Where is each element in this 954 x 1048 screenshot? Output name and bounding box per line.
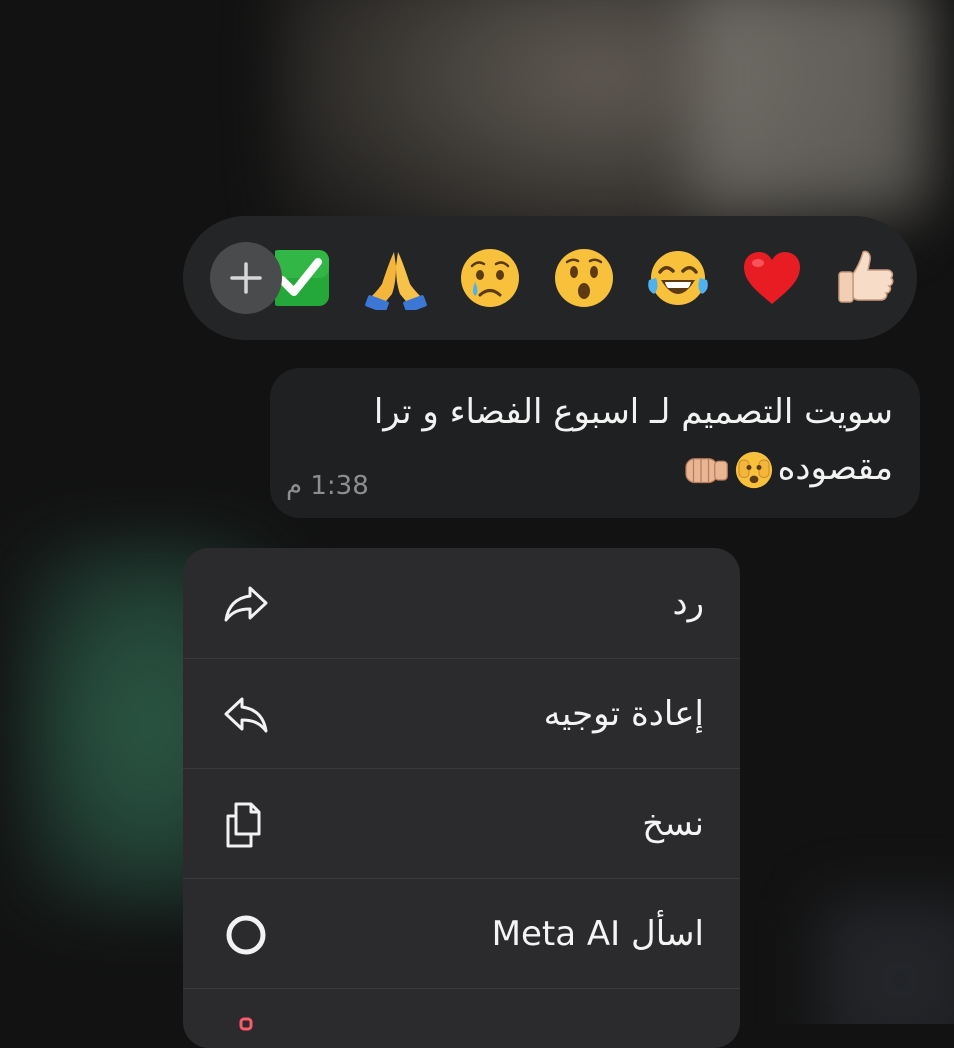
menu-item-label: اسأل Meta AI (491, 914, 704, 954)
add-reaction-button[interactable] (210, 242, 282, 314)
menu-item-reply[interactable]: رد (183, 548, 740, 658)
crying-face-icon (461, 249, 519, 307)
reaction-thumbs-up[interactable] (833, 246, 897, 310)
reaction-tears-of-joy[interactable] (646, 246, 710, 310)
reaction-folded-hands[interactable] (364, 246, 428, 310)
menu-item-copy[interactable]: نسخ (183, 768, 740, 878)
red-heart-icon (744, 252, 800, 304)
message-text-line-1: سويت التصميم لـ اسبوع الفضاء و ترا (373, 392, 893, 432)
thumbs-up-icon (838, 250, 894, 303)
reaction-bar (183, 216, 917, 340)
message-emojis (682, 450, 774, 490)
surprised-face-icon (555, 249, 613, 307)
reaction-red-heart[interactable] (740, 246, 804, 310)
copy-icon (221, 800, 271, 850)
reaction-surprised-face[interactable] (552, 246, 616, 310)
reaction-crying-face[interactable] (458, 246, 522, 310)
reaction-check-mark[interactable] (275, 246, 335, 310)
menu-item-partial[interactable] (183, 988, 740, 1048)
message-text-line-2: مقصوده (682, 446, 893, 490)
blurred-photo-highlight (690, 0, 930, 210)
forward-arrow-icon (221, 690, 271, 740)
message-context-menu: رد إعادة توجيه نسخ اسأل Meta AI (183, 548, 740, 1048)
menu-item-label: نسخ (642, 804, 704, 844)
menu-item-label: إعادة توجيه (543, 694, 704, 734)
menu-item-label: رد (672, 583, 704, 623)
blurred-bottom-shape (820, 900, 954, 1024)
menu-item-ask-meta-ai[interactable]: اسأل Meta AI (183, 878, 740, 988)
oncoming-fist-icon (684, 457, 728, 483)
meta-ai-ring-icon (221, 910, 271, 960)
reply-arrow-icon (221, 579, 271, 629)
tears-of-joy-icon (648, 251, 708, 305)
plus-icon (230, 262, 262, 294)
message-timestamp: 1:38 م (286, 471, 369, 501)
folded-hands-icon (365, 252, 427, 310)
face-with-peeking-eye-icon (735, 451, 772, 488)
check-mark-icon (275, 250, 329, 306)
partial-red-icon (221, 1017, 271, 1048)
message-bubble[interactable]: سويت التصميم لـ اسبوع الفضاء و ترا مقصود… (270, 368, 920, 518)
menu-item-forward[interactable]: إعادة توجيه (183, 658, 740, 768)
message-text-word: مقصوده (777, 448, 893, 488)
